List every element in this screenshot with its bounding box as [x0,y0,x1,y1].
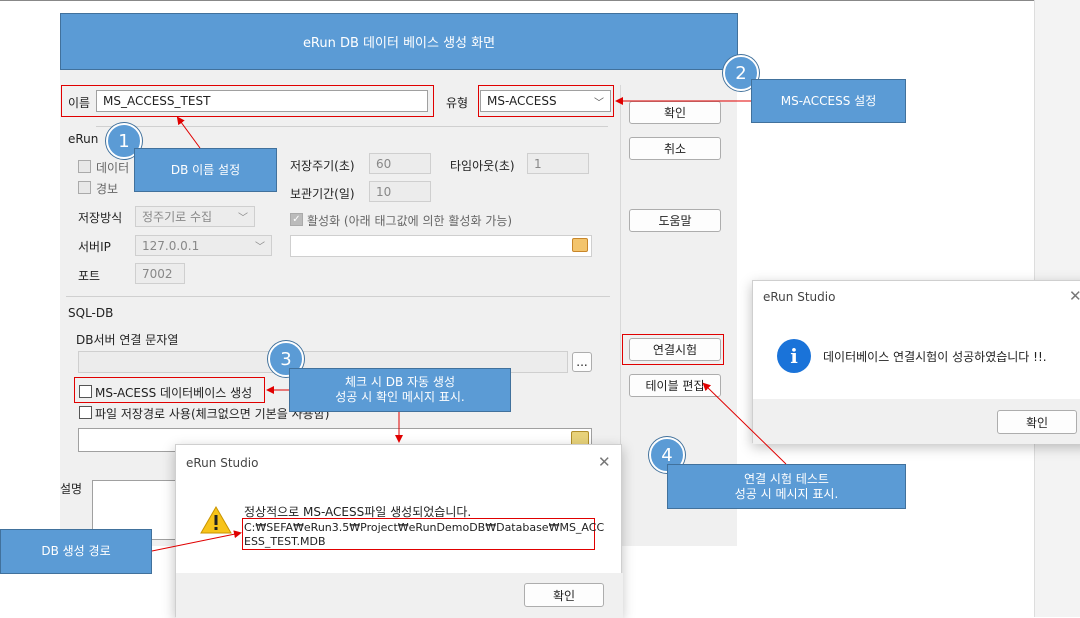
test-conn-button[interactable]: 연결시험 [629,338,721,361]
type-select-value: MS-ACCESS [487,94,557,108]
file-path-checkbox[interactable] [79,406,92,419]
callout-4-box: 연결 시험 테스트 성공 시 메시지 표시. [667,464,906,509]
callout-1-number-text: 1 [118,130,130,152]
save-method-label: 저장방식 [78,211,123,225]
conn-dialog-message: 데이터베이스 연결시험이 성공하였습니다 !!. [823,350,1047,364]
help-button[interactable]: 도움말 [629,209,721,232]
port-label: 포트 [78,269,101,283]
db-path-callout: DB 생성 경로 [0,529,152,574]
ok-button[interactable]: 확인 [629,101,721,124]
retention-value: 10 [376,184,392,199]
callout-1-text: DB 이름 설정 [170,162,241,177]
retention-label: 보관기간(일) [290,187,355,201]
callout-3-box: 체크 시 DB 자동 생성 성공 시 확인 메시지 표시. [289,368,511,412]
name-label: 이름 [68,96,91,110]
erun-group-line [96,126,608,127]
cancel-button[interactable]: 취소 [629,137,721,160]
timeout-input[interactable]: 1 [527,153,589,174]
conn-success-dialog: eRun Studio ✕ i 데이터베이스 연결시험이 성공하였습니다 !!.… [752,280,1080,444]
name-input-value: MS_ACCESS_TEST [103,94,211,108]
activate-tag-input[interactable] [290,235,592,257]
conn-browse-button[interactable]: ... [572,352,592,372]
callout-3-number-text: 3 [280,348,292,370]
alarm-checkbox-label: 경보 [96,182,119,196]
callout-1-box: DB 이름 설정 [134,148,277,192]
info-icon: i [777,339,811,373]
erun-group-bottom [66,296,610,297]
test-conn-button-label: 연결시험 [652,343,698,357]
callout-2-text: MS-ACCESS 설정 [780,93,877,108]
help-button-label: 도움말 [658,214,692,228]
save-method-value: 정주기로 수집 [142,210,213,224]
activate-label: 활성화 (아래 태그값에 의한 활성화 가능) [307,214,513,228]
type-label: 유형 [446,96,469,110]
warning-icon [200,505,232,534]
create-dialog-ok-button[interactable]: 확인 [524,583,604,607]
data-checkbox-label: 데이터 [96,161,130,175]
conn-dialog-title: eRun Studio [763,290,836,304]
create-db-checkbox[interactable] [79,385,92,398]
create-db-label: MS-ACESS 데이터베이스 생성 [95,386,253,400]
cancel-button-label: 취소 [663,142,687,156]
browse-label: ... [576,355,588,369]
port-value: 7002 [142,266,173,281]
banner-title: eRun DB 데이터 베이스 생성 화면 [302,36,496,51]
name-input[interactable]: MS_ACCESS_TEST [96,90,428,112]
callout-4-number-text: 4 [661,444,673,466]
create-success-dialog: eRun Studio ✕ 정상적으로 MS-ACESS파일 생성되었습니다. … [175,444,623,618]
port-input[interactable]: 7002 [135,263,185,284]
chevron-down-icon: ﹀ [255,242,265,253]
timeout-label: 타임아웃(초) [450,159,515,173]
server-ip-label: 서버IP [78,240,111,254]
server-ip-value: 127.0.0.1 [142,238,200,253]
db-path-line2: ESS_TEST.MDB [244,535,326,548]
save-period-input[interactable]: 60 [369,153,431,174]
table-edit-button-label: 테이블 편집 [645,379,705,393]
callout-2-number-text: 2 [735,62,747,84]
tag-browse-icon[interactable] [572,238,588,252]
page-banner: eRun DB 데이터 베이스 생성 화면 [60,13,738,70]
create-dialog-ok-label: 확인 [552,588,576,603]
table-edit-button[interactable]: 테이블 편집 [629,374,721,397]
conn-string-label: DB서버 연결 문자열 [76,333,179,347]
save-period-label: 저장주기(초) [290,159,355,173]
conn-dialog-ok-label: 확인 [1025,415,1049,430]
save-period-value: 60 [376,156,392,171]
callout-2-box: MS-ACCESS 설정 [751,79,906,123]
ok-button-label: 확인 [663,106,687,120]
data-checkbox[interactable] [78,160,91,173]
sqldb-group-label: SQL-DB [68,306,114,320]
chevron-down-icon: ﹀ [238,213,248,224]
close-icon[interactable]: ✕ [598,453,611,471]
create-dialog-title: eRun Studio [186,456,259,470]
save-method-select[interactable]: 정주기로 수집 ﹀ [135,206,255,227]
db-path-line1: C:₩SEFA₩eRun3.5₩Project₩eRunDemoDB₩Datab… [244,521,605,534]
conn-dialog-ok-button[interactable]: 확인 [997,410,1077,434]
activate-checkbox[interactable]: ✓ [290,213,303,226]
top-border-line [0,0,1034,1]
type-select[interactable]: MS-ACCESS ﹀ [480,90,611,112]
timeout-value: 1 [534,156,542,171]
close-icon[interactable]: ✕ [1069,287,1080,305]
desc-label: 설명 [60,482,83,496]
callout-4-line1: 연결 시험 테스트 [744,471,829,486]
erun-group-label: eRun [68,132,99,146]
callout-3-line2: 성공 시 확인 메시지 표시. [335,390,465,404]
callout-3-line1: 체크 시 DB 자동 생성 [344,375,455,389]
chevron-down-icon: ﹀ [594,97,604,109]
retention-input[interactable]: 10 [369,181,431,202]
server-ip-select[interactable]: 127.0.0.1 ﹀ [135,235,272,256]
alarm-checkbox[interactable] [78,181,91,194]
callout-4-line2: 성공 시 메시지 표시. [734,486,839,501]
db-path-callout-text: DB 생성 경로 [41,544,111,558]
